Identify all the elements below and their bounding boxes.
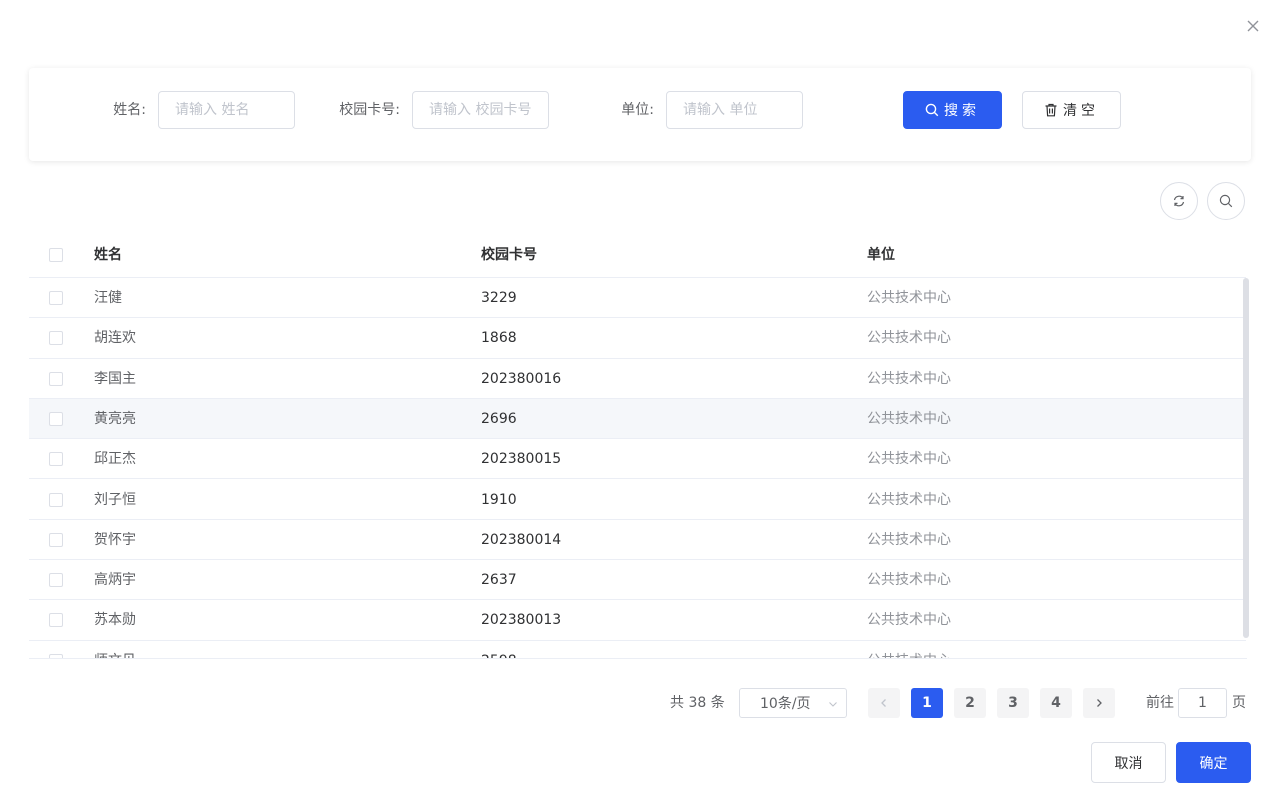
cell-unit: 公共技术中心 <box>867 290 951 306</box>
chevron-right-icon <box>1097 699 1102 707</box>
search-button[interactable]: 搜索 <box>903 91 1002 129</box>
table-row[interactable]: 刘子恒 1910 公共技术中心 <box>29 480 1246 520</box>
row-checkbox[interactable] <box>49 331 63 346</box>
cell-name: 黄亮亮 <box>94 410 136 427</box>
table-search-button[interactable] <box>1207 182 1245 220</box>
row-checkbox[interactable] <box>49 613 63 628</box>
cell-name: 刘子恒 <box>94 491 136 508</box>
chevron-left-icon <box>881 699 886 707</box>
table-scrollbar[interactable] <box>1243 278 1249 638</box>
table-row[interactable]: 汪健 3229 公共技术中心 <box>29 278 1246 319</box>
header-unit: 单位 <box>867 247 895 263</box>
cell-name: 高炳宇 <box>94 572 136 589</box>
pagination-total: 共 38 条 <box>670 695 725 711</box>
search-icon <box>925 103 939 117</box>
trash-icon <box>1045 103 1057 117</box>
row-checkbox[interactable] <box>49 573 63 588</box>
chevron-down-icon <box>829 702 837 707</box>
cell-card: 1868 <box>481 330 517 347</box>
next-page-button[interactable] <box>1083 688 1115 718</box>
cell-unit: 公共技术中心 <box>867 491 951 508</box>
search-button-label: 搜索 <box>944 103 980 119</box>
page-size-select[interactable]: 10条/页 <box>739 688 847 718</box>
refresh-icon <box>1173 195 1185 207</box>
cell-name: 胡连欢 <box>94 330 136 347</box>
cell-unit: 公共技术中心 <box>867 370 951 387</box>
cell-unit: 公共技术中心 <box>867 330 951 347</box>
cell-name: 汪健 <box>94 290 122 306</box>
cell-unit: 公共技术中心 <box>867 451 951 468</box>
name-input[interactable] <box>158 91 295 129</box>
card-input[interactable] <box>412 91 549 129</box>
page-3[interactable]: 3 <box>997 688 1029 718</box>
cell-unit: 公共技术中心 <box>867 410 951 427</box>
cell-card: 3229 <box>481 290 517 306</box>
row-checkbox[interactable] <box>49 532 63 547</box>
cell-card: 202380016 <box>481 370 562 387</box>
prev-page-button[interactable] <box>868 688 900 718</box>
cell-unit: 公共技术中心 <box>867 531 951 548</box>
cell-card: 2696 <box>481 410 517 427</box>
cell-unit: 公共技术中心 <box>867 572 951 589</box>
cell-name: 李国主 <box>94 370 136 387</box>
row-checkbox[interactable] <box>49 492 63 507</box>
refresh-button[interactable] <box>1160 182 1198 220</box>
row-checkbox[interactable] <box>49 452 63 467</box>
cell-card: 1910 <box>481 491 517 508</box>
table-row[interactable]: 苏本勋 202380013 公共技术中心 <box>29 600 1246 641</box>
goto-suffix: 页 <box>1232 695 1246 711</box>
table-row[interactable]: 黄亮亮 2696 公共技术中心 <box>29 398 1246 440</box>
clear-button[interactable]: 清空 <box>1022 91 1121 129</box>
unit-input[interactable] <box>666 91 803 129</box>
cell-unit: 公共技术中心 <box>867 612 951 629</box>
goto-label: 前往 <box>1146 695 1174 711</box>
search-icon <box>1219 194 1233 208</box>
cell-card: 202380014 <box>481 531 562 548</box>
select-all-checkbox[interactable] <box>49 248 63 262</box>
table-row[interactable]: 李国主 202380016 公共技术中心 <box>29 359 1246 399</box>
table-header: 姓名 校园卡号 单位 <box>29 232 1246 278</box>
card-label: 校园卡号: <box>339 102 400 118</box>
page-1[interactable]: 1 <box>911 688 943 718</box>
table-row[interactable]: 师文见 2598 公共技术中心 <box>29 641 1246 659</box>
header-card: 校园卡号 <box>481 247 537 263</box>
cell-card: 2637 <box>481 572 517 589</box>
page-2[interactable]: 2 <box>954 688 986 718</box>
row-checkbox[interactable] <box>49 371 63 386</box>
table-row[interactable]: 高炳宇 2637 公共技术中心 <box>29 560 1246 601</box>
data-table: 姓名 校园卡号 单位 汪健 3229 公共技术中心 胡连欢 1868 公共技术中… <box>29 232 1251 659</box>
table-row[interactable]: 贺怀宇 202380014 公共技术中心 <box>29 520 1246 561</box>
page-size-value: 10条/页 <box>760 696 811 712</box>
goto-page-input[interactable] <box>1178 688 1227 718</box>
name-label: 姓名: <box>113 102 146 118</box>
page-4[interactable]: 4 <box>1040 688 1072 718</box>
cell-card: 202380015 <box>481 451 562 468</box>
clear-button-label: 清空 <box>1063 103 1099 119</box>
table-bottom-divider <box>29 658 1247 659</box>
table-row[interactable]: 胡连欢 1868 公共技术中心 <box>29 318 1246 359</box>
row-checkbox[interactable] <box>49 411 63 426</box>
header-name: 姓名 <box>94 247 122 263</box>
close-icon[interactable] <box>1243 16 1263 36</box>
row-checkbox[interactable] <box>49 291 63 305</box>
table-row[interactable]: 邱正杰 202380015 公共技术中心 <box>29 439 1246 480</box>
cell-name: 苏本勋 <box>94 612 136 629</box>
unit-label: 单位: <box>621 102 654 118</box>
cancel-button[interactable]: 取消 <box>1091 742 1166 783</box>
cell-card: 202380013 <box>481 612 562 629</box>
cell-name: 贺怀宇 <box>94 531 136 548</box>
confirm-button[interactable]: 确定 <box>1176 742 1251 783</box>
cell-name: 邱正杰 <box>94 451 136 468</box>
